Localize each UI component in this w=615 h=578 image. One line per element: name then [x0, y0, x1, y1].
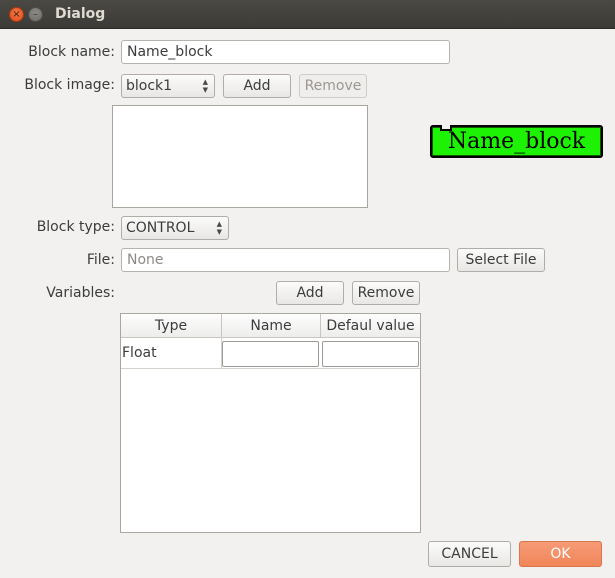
image-remove-button[interactable]: Remove	[299, 74, 367, 98]
select-file-button[interactable]: Select File	[457, 248, 545, 272]
block-type-label: Block type:	[36, 219, 115, 235]
block-image-label: Block image:	[24, 77, 115, 93]
ok-button[interactable]: OK	[519, 541, 602, 567]
block-image-value: block1	[126, 78, 173, 94]
variable-default-input[interactable]	[322, 341, 419, 367]
variable-type-cell: Float	[122, 345, 157, 361]
block-preview-text: Name_block	[447, 129, 586, 154]
block-type-value: CONTROL	[126, 220, 195, 236]
image-add-button[interactable]: Add	[223, 74, 291, 98]
variable-remove-button[interactable]: Remove	[352, 281, 420, 305]
window-close-button[interactable]: ×	[9, 7, 24, 22]
cancel-button[interactable]: CANCEL	[428, 541, 511, 567]
file-label: File:	[86, 252, 115, 268]
column-header-name[interactable]: Name	[222, 314, 321, 338]
block-image-preview	[112, 105, 368, 208]
cell-divider	[221, 338, 222, 369]
window-title: Dialog	[55, 6, 106, 22]
updown-arrows-icon: ▲ ▼	[216, 220, 222, 236]
column-header-type[interactable]: Type	[121, 314, 222, 338]
window-minimize-button[interactable]: –	[28, 7, 43, 22]
block-name-input[interactable]: Name_block	[121, 40, 450, 64]
file-path-input[interactable]: None	[121, 248, 450, 272]
variable-add-button[interactable]: Add	[276, 281, 344, 305]
variables-label: Variables:	[46, 285, 115, 301]
row-divider	[121, 368, 420, 369]
block-name-label: Block name:	[28, 44, 115, 60]
block-type-select[interactable]: CONTROL ▲ ▼	[121, 216, 229, 240]
table-row[interactable]: Float	[121, 339, 420, 369]
updown-arrows-icon: ▲ ▼	[202, 78, 208, 94]
close-icon: ×	[12, 9, 21, 20]
column-header-default[interactable]: Defaul value	[321, 314, 420, 338]
variables-table[interactable]: Type Name Defaul value Float	[120, 313, 421, 533]
minimize-icon: –	[33, 9, 38, 20]
variable-name-input[interactable]	[222, 341, 319, 367]
block-image-select[interactable]: block1 ▲ ▼	[121, 74, 215, 98]
